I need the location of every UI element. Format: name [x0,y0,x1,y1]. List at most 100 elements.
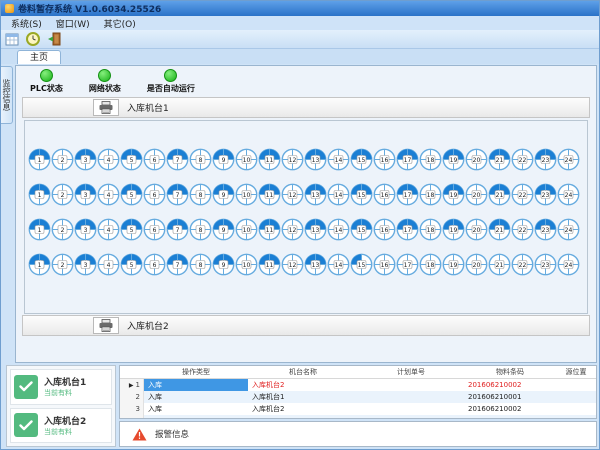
reel-slot[interactable]: 17 [396,148,419,171]
column-header-3[interactable]: 物料条码 [464,367,556,377]
print-button-station1[interactable] [93,99,119,116]
reel-slot[interactable]: 13 [304,253,327,276]
reel-slot[interactable]: 11 [258,183,281,206]
reel-slot[interactable]: 18 [419,218,442,241]
reel-slot[interactable]: 3 [74,183,97,206]
reel-slot[interactable]: 2 [51,253,74,276]
reel-slot[interactable]: 8 [189,218,212,241]
column-header-0[interactable]: 操作类型 [144,367,248,377]
table-cell[interactable] [556,391,596,403]
reel-slot[interactable]: 20 [465,148,488,171]
reel-slot[interactable]: 5 [120,183,143,206]
reel-slot[interactable]: 6 [143,218,166,241]
table-cell[interactable] [358,415,464,419]
table-cell[interactable] [556,379,596,391]
reel-slot[interactable]: 13 [304,218,327,241]
table-cell[interactable]: 201606210001 [464,391,556,403]
reel-slot[interactable]: 13 [304,183,327,206]
table-cell[interactable]: 入库 [144,379,248,391]
reel-slot[interactable]: 23 [534,183,557,206]
reel-slot[interactable]: 8 [189,148,212,171]
table-cell[interactable] [358,403,464,415]
reel-slot[interactable]: 19 [442,218,465,241]
table-cell[interactable] [556,403,596,415]
reel-slot[interactable]: 11 [258,218,281,241]
reel-slot[interactable]: 15 [350,253,373,276]
table-cell[interactable]: 入库机台2 [248,379,358,391]
reel-slot[interactable]: 10 [235,218,258,241]
reel-slot[interactable]: 8 [189,183,212,206]
reel-slot[interactable]: 21 [488,183,511,206]
reel-slot[interactable]: 5 [120,218,143,241]
reel-slot[interactable]: 17 [396,218,419,241]
table-cell[interactable]: 201606210002 [464,403,556,415]
reel-slot[interactable]: 23 [534,218,557,241]
side-dock-tab[interactable]: 监控信息 [1,66,13,124]
reel-slot[interactable]: 22 [511,218,534,241]
reel-slot[interactable]: 24 [557,253,580,276]
exit-button[interactable] [46,31,62,47]
table-cell[interactable] [248,415,358,419]
reel-slot[interactable]: 14 [327,148,350,171]
reel-slot[interactable]: 21 [488,253,511,276]
reel-slot[interactable]: 9 [212,148,235,171]
print-button-station2[interactable] [93,317,119,334]
reel-slot[interactable]: 4 [97,183,120,206]
reel-slot[interactable]: 16 [373,218,396,241]
reel-slot[interactable]: 9 [212,218,235,241]
reel-slot[interactable]: 20 [465,253,488,276]
reel-slot[interactable]: 12 [281,253,304,276]
reel-slot[interactable]: 17 [396,183,419,206]
reel-slot[interactable]: 22 [511,253,534,276]
reel-slot[interactable]: 6 [143,148,166,171]
reel-slot[interactable]: 24 [557,218,580,241]
reel-slot[interactable]: 24 [557,183,580,206]
column-header-1[interactable]: 机台名称 [248,367,358,377]
reel-slot[interactable]: 9 [212,253,235,276]
reel-slot[interactable]: 19 [442,148,465,171]
reel-slot[interactable]: 7 [166,148,189,171]
table-cell[interactable]: 入库 [144,403,248,415]
reel-slot[interactable]: 9 [212,183,235,206]
calendar-button[interactable] [4,31,20,47]
reel-slot[interactable]: 6 [143,183,166,206]
reel-slot[interactable]: 12 [281,218,304,241]
column-header-2[interactable]: 计划单号 [358,367,464,377]
table-cell[interactable]: 入库机台1 [248,391,358,403]
reel-slot[interactable]: 19 [442,253,465,276]
reel-slot[interactable]: 23 [534,148,557,171]
reel-slot[interactable]: 4 [97,148,120,171]
reel-slot[interactable]: 12 [281,183,304,206]
reel-slot[interactable]: 3 [74,148,97,171]
table-cell[interactable] [144,415,248,419]
reel-slot[interactable]: 14 [327,218,350,241]
table-cell[interactable]: 入库 [144,391,248,403]
reel-slot[interactable]: 16 [373,148,396,171]
table-row[interactable]: ▶1入库入库机台2201606210002 [120,379,596,391]
reel-slot[interactable]: 18 [419,253,442,276]
table-row[interactable]: 3入库入库机台2201606210002 [120,403,596,415]
reel-slot[interactable]: 16 [373,253,396,276]
reel-slot[interactable]: 5 [120,253,143,276]
table-row[interactable]: 4 [120,415,596,419]
reel-slot[interactable]: 18 [419,148,442,171]
reel-slot[interactable]: 4 [97,253,120,276]
reel-slot[interactable]: 3 [74,253,97,276]
reel-slot[interactable]: 2 [51,218,74,241]
reel-slot[interactable]: 15 [350,218,373,241]
reel-slot[interactable]: 6 [143,253,166,276]
reel-slot[interactable]: 10 [235,253,258,276]
reel-slot[interactable]: 4 [97,218,120,241]
reel-slot[interactable]: 22 [511,183,534,206]
reel-slot[interactable]: 11 [258,253,281,276]
table-cell[interactable]: 201606210002 [464,379,556,391]
reel-slot[interactable]: 16 [373,183,396,206]
reel-slot[interactable]: 7 [166,218,189,241]
reel-slot[interactable]: 11 [258,148,281,171]
reel-slot[interactable]: 3 [74,218,97,241]
reel-slot[interactable]: 1 [28,218,51,241]
reel-slot[interactable]: 1 [28,183,51,206]
menu-item-2[interactable]: 其它(O) [98,17,142,30]
reel-slot[interactable]: 15 [350,183,373,206]
reel-slot[interactable]: 21 [488,148,511,171]
